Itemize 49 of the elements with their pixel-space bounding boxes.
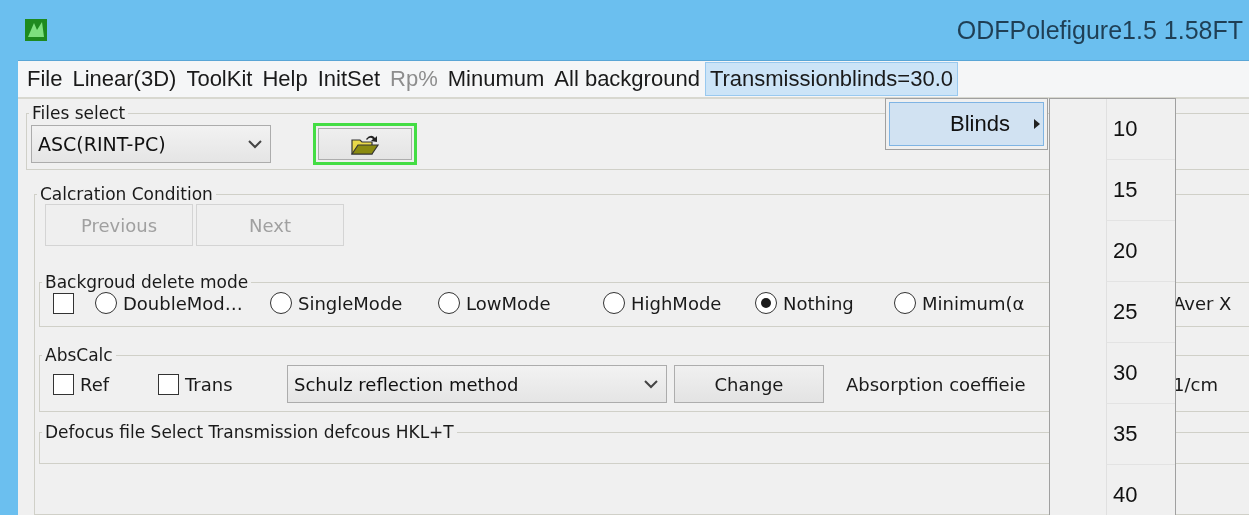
checkbox-label: Trans bbox=[185, 373, 233, 395]
menu-item[interactable]: All background bbox=[549, 62, 705, 96]
submenu-option[interactable]: 25 bbox=[1106, 282, 1175, 343]
radio-button[interactable] bbox=[438, 292, 460, 314]
submenu-option[interactable]: 40 bbox=[1106, 465, 1175, 515]
checkbox-label: Ref bbox=[80, 373, 110, 395]
change-button[interactable]: Change bbox=[674, 365, 824, 403]
menu-item[interactable]: InitSet bbox=[312, 62, 386, 96]
submenu-option[interactable]: 15 bbox=[1106, 160, 1175, 221]
method-dropdown[interactable]: Schulz reflection method bbox=[287, 365, 667, 403]
radio-label: SingleMode bbox=[298, 292, 403, 314]
chevron-down-icon bbox=[248, 139, 262, 149]
group-label: Backgroud delete mode bbox=[44, 272, 250, 292]
submenu-option[interactable]: 10 bbox=[1106, 99, 1175, 160]
radio-label: DoubleMod… bbox=[123, 292, 243, 314]
submenu-option[interactable]: 30 bbox=[1106, 343, 1175, 404]
radio-label: Nothing bbox=[783, 292, 854, 314]
submenu-option[interactable]: 20 bbox=[1106, 221, 1175, 282]
format-dropdown[interactable]: ASC(RINT-PC) bbox=[31, 125, 271, 163]
menu-item[interactable]: Minumum bbox=[442, 62, 550, 96]
coefficient-label: Absorption coeffieie bbox=[846, 373, 1027, 395]
checkbox[interactable] bbox=[53, 373, 74, 395]
menu-item[interactable]: ToolKit bbox=[181, 62, 258, 96]
radio-button[interactable] bbox=[603, 292, 625, 314]
radio-label: LowMode bbox=[466, 292, 551, 314]
checkbox[interactable] bbox=[53, 292, 74, 314]
menu-item[interactable]: Help bbox=[257, 62, 313, 96]
group-label: Defocus file Select Transmission defcous HKL+T bbox=[44, 422, 455, 442]
menu-item[interactable]: File bbox=[22, 62, 68, 96]
open-folder-button[interactable] bbox=[313, 123, 417, 165]
checkbox[interactable] bbox=[158, 373, 179, 395]
window-title: ODFPolefigure1.5 1.58FT bbox=[956, 15, 1243, 45]
menu-item[interactable]: Linear(3D) bbox=[67, 62, 182, 96]
radio-button[interactable] bbox=[270, 292, 292, 314]
radio-label: Minimum(α bbox=[922, 292, 1025, 314]
menu-option[interactable]: Blinds bbox=[889, 102, 1044, 146]
radio-label: HighMode bbox=[631, 292, 722, 314]
group-label: Files select bbox=[31, 103, 127, 123]
app-icon bbox=[25, 19, 47, 41]
radio-button[interactable] bbox=[95, 292, 117, 314]
submenu-option[interactable]: 35 bbox=[1106, 404, 1175, 465]
group-label: Calcration Condition bbox=[39, 184, 214, 204]
chevron-down-icon bbox=[644, 379, 658, 389]
group-label: AbsCalc bbox=[44, 345, 114, 365]
submenu-arrow-icon bbox=[1033, 119, 1040, 129]
radio-button[interactable] bbox=[894, 292, 916, 314]
menu-item[interactable]: Transmissionblinds=30.0 bbox=[704, 62, 958, 96]
radio-button[interactable] bbox=[755, 292, 777, 314]
unit-label: 1/cm bbox=[1173, 373, 1218, 395]
